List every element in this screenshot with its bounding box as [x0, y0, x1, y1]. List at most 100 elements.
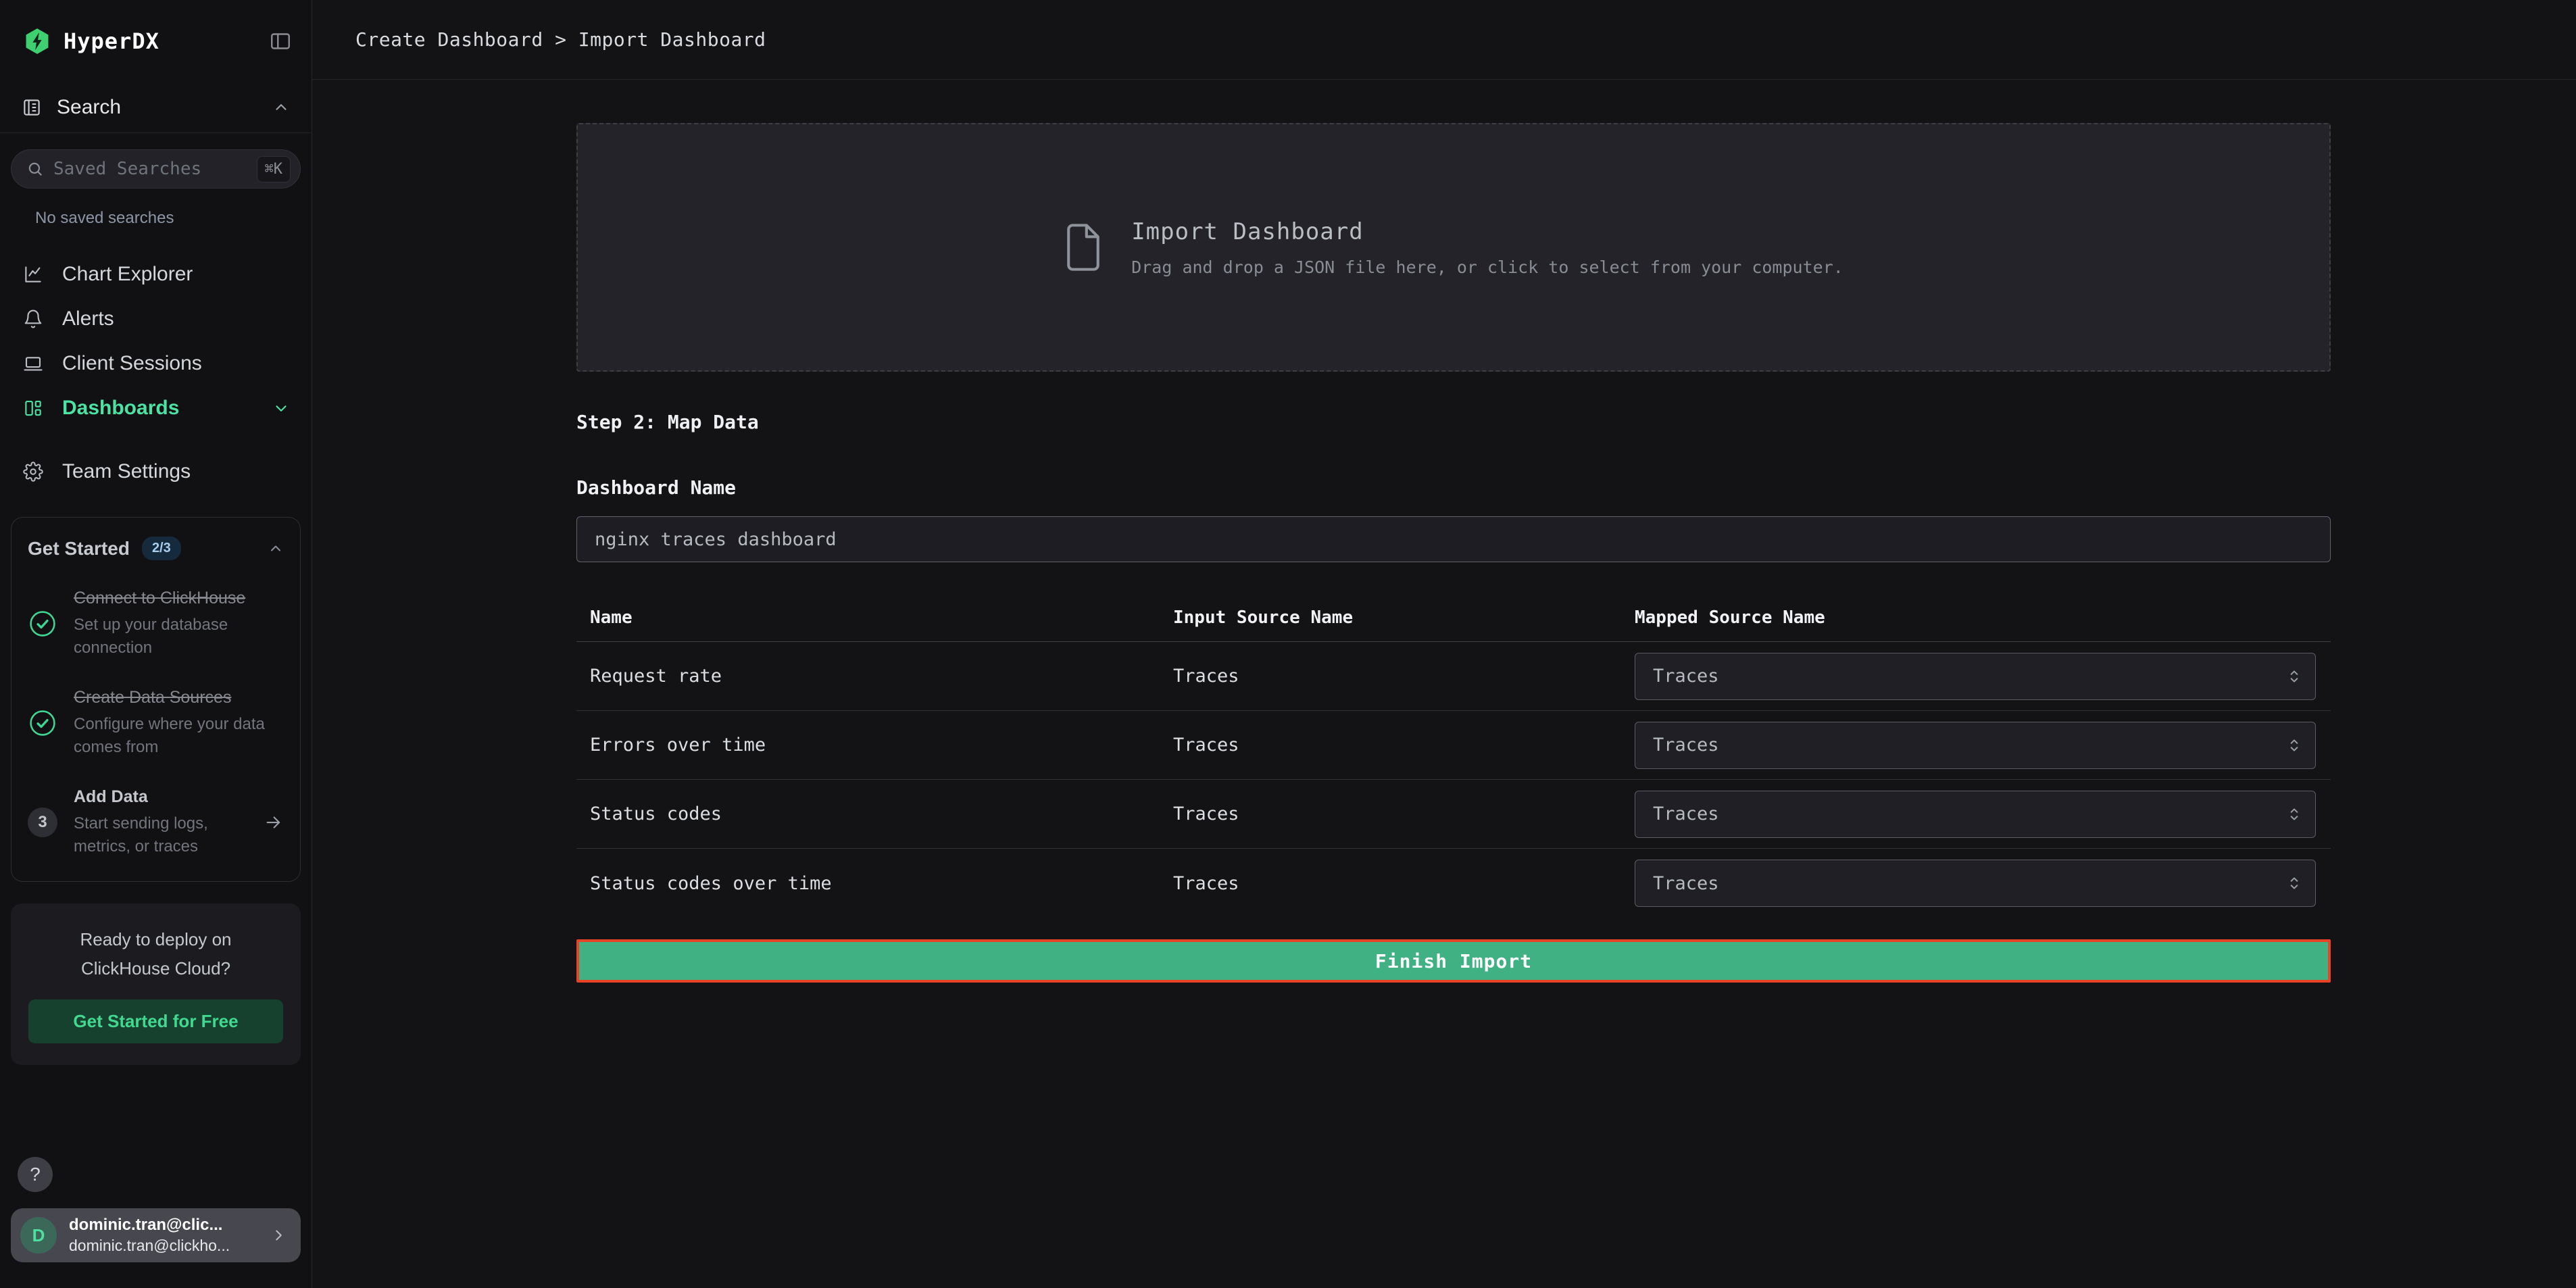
get-started-item-add-data[interactable]: 3 Add Data Start sending logs, metrics, … [28, 786, 284, 858]
dropzone-subtitle: Drag and drop a JSON file here, or click… [1131, 257, 1843, 277]
saved-searches-input[interactable] [53, 159, 247, 179]
saved-searches-search[interactable]: ⌘K [11, 149, 301, 189]
get-started-title: Get Started [28, 538, 130, 560]
promo-text-line1: Ready to deploy on [28, 925, 283, 954]
no-saved-searches-text: No saved searches [35, 209, 312, 228]
laptop-icon [23, 353, 43, 374]
dropzone-title: Import Dashboard [1131, 218, 1843, 245]
get-started-item-text: Add Data Start sending logs, metrics, or… [74, 786, 247, 858]
get-started-item-connect[interactable]: Connect to ClickHouse Set up your databa… [28, 587, 284, 660]
chevron-up-icon[interactable] [272, 99, 290, 116]
get-started-item-text: Connect to ClickHouse Set up your databa… [74, 587, 284, 660]
sidebar-nav: Chart Explorer Alerts Client Sessions Da… [0, 252, 312, 494]
promo-text-line2: ClickHouse Cloud? [28, 954, 283, 983]
table-row: Request rate Traces Traces [576, 642, 2331, 711]
logo-text: HyperDX [64, 28, 159, 54]
finish-import-button[interactable]: Finish Import [576, 939, 2331, 983]
nav-label: Alerts [62, 307, 114, 330]
chart-line-icon [23, 264, 43, 284]
hyperdx-logo[interactable]: HyperDX [23, 27, 159, 55]
select-chevrons-icon [2285, 737, 2303, 754]
layout-icon [23, 398, 43, 418]
row-name: Errors over time [576, 735, 1173, 756]
select-chevrons-icon [2285, 668, 2303, 685]
journal-icon [22, 97, 42, 118]
column-header-name: Name [576, 608, 1173, 628]
chevron-right-icon [270, 1227, 287, 1244]
nav-label: Chart Explorer [62, 263, 193, 286]
user-menu[interactable]: D dominic.tran@clic... dominic.tran@clic… [11, 1208, 301, 1262]
json-dropzone[interactable]: Import Dashboard Drag and drop a JSON fi… [576, 123, 2331, 372]
sidebar: HyperDX Search ⌘K No saved searches [0, 0, 312, 1288]
mapped-source-select[interactable]: Traces [1635, 791, 2316, 838]
mapped-source-select[interactable]: Traces [1635, 653, 2316, 700]
column-header-mapped-source: Mapped Source Name [1635, 608, 2331, 628]
get-started-item-subtitle: Set up your database connection [74, 614, 284, 660]
select-value: Traces [1653, 803, 1719, 824]
get-started-item-text: Create Data Sources Configure where your… [74, 687, 284, 759]
chevron-up-icon[interactable] [268, 541, 284, 557]
select-value: Traces [1653, 666, 1719, 687]
select-chevrons-icon [2285, 874, 2303, 892]
row-name: Request rate [576, 666, 1173, 687]
mapped-source-select[interactable]: Traces [1635, 722, 2316, 769]
chevron-down-icon [272, 399, 290, 417]
column-header-input-source: Input Source Name [1173, 608, 1635, 628]
collapse-sidebar-icon[interactable] [268, 29, 293, 53]
get-started-item-subtitle: Start sending logs, metrics, or traces [74, 812, 247, 858]
search-section-label-group: Search [22, 96, 121, 119]
row-name: Status codes over time [576, 873, 1173, 894]
dropzone-text: Import Dashboard Drag and drop a JSON fi… [1131, 218, 1843, 277]
get-started-panel: Get Started 2/3 Connect to ClickHouse Se… [11, 517, 301, 882]
mapping-table: Name Input Source Name Mapped Source Nam… [576, 593, 2331, 918]
check-circle-icon [28, 609, 57, 639]
bell-icon [23, 309, 43, 329]
sidebar-bottom: ? D dominic.tran@clic... dominic.tran@cl… [0, 1157, 312, 1288]
sidebar-item-alerts[interactable]: Alerts [0, 297, 312, 341]
sidebar-divider [0, 132, 312, 133]
hyperdx-logo-icon [23, 27, 51, 55]
select-chevrons-icon [2285, 806, 2303, 823]
table-row: Status codes over time Traces Traces [576, 849, 2331, 918]
sidebar-section-search[interactable]: Search [0, 82, 312, 132]
nav-label: Client Sessions [62, 352, 202, 375]
table-row: Errors over time Traces Traces [576, 711, 2331, 780]
row-input-source: Traces [1173, 873, 1635, 894]
get-started-item-subtitle: Configure where your data comes from [74, 713, 284, 759]
user-info: dominic.tran@clic... dominic.tran@clickh… [69, 1216, 257, 1255]
mapping-table-header: Name Input Source Name Mapped Source Nam… [576, 593, 2331, 642]
breadcrumb: Create Dashboard > Import Dashboard [355, 28, 766, 51]
sidebar-item-team-settings[interactable]: Team Settings [0, 449, 312, 494]
dashboard-name-input[interactable] [576, 516, 2331, 562]
user-email: dominic.tran@clickho... [69, 1237, 257, 1255]
step-title: Step 2: Map Data [576, 411, 2331, 433]
get-started-item-title: Add Data [74, 786, 247, 808]
import-dashboard-content: Import Dashboard Drag and drop a JSON fi… [576, 80, 2331, 983]
select-value: Traces [1653, 873, 1719, 894]
nav-label: Team Settings [62, 460, 191, 483]
sidebar-item-client-sessions[interactable]: Client Sessions [0, 341, 312, 386]
sidebar-item-chart-explorer[interactable]: Chart Explorer [0, 252, 312, 297]
get-started-item-title: Connect to ClickHouse [74, 587, 284, 610]
clickhouse-cloud-promo: Ready to deploy on ClickHouse Cloud? Get… [11, 903, 301, 1065]
get-started-free-button[interactable]: Get Started for Free [28, 999, 283, 1043]
row-name: Status codes [576, 803, 1173, 824]
arrow-right-icon [264, 812, 284, 833]
user-name: dominic.tran@clic... [69, 1216, 257, 1235]
get-started-header[interactable]: Get Started 2/3 [28, 537, 284, 560]
search-section-label: Search [57, 96, 121, 119]
app-root: HyperDX Search ⌘K No saved searches [0, 0, 2576, 1288]
get-started-item-sources[interactable]: Create Data Sources Configure where your… [28, 687, 284, 759]
search-icon [26, 160, 44, 178]
select-value: Traces [1653, 735, 1719, 756]
get-started-item-title: Create Data Sources [74, 687, 284, 709]
avatar: D [20, 1217, 57, 1254]
mapped-source-select[interactable]: Traces [1635, 860, 2316, 907]
sidebar-item-dashboards[interactable]: Dashboards [0, 386, 312, 430]
logo-row: HyperDX [0, 0, 312, 82]
nav-label: Dashboards [62, 397, 179, 420]
table-row: Status codes Traces Traces [576, 780, 2331, 849]
progress-badge: 2/3 [142, 537, 181, 560]
main-area: Create Dashboard > Import Dashboard Impo… [312, 0, 2576, 1288]
help-button[interactable]: ? [18, 1157, 53, 1192]
